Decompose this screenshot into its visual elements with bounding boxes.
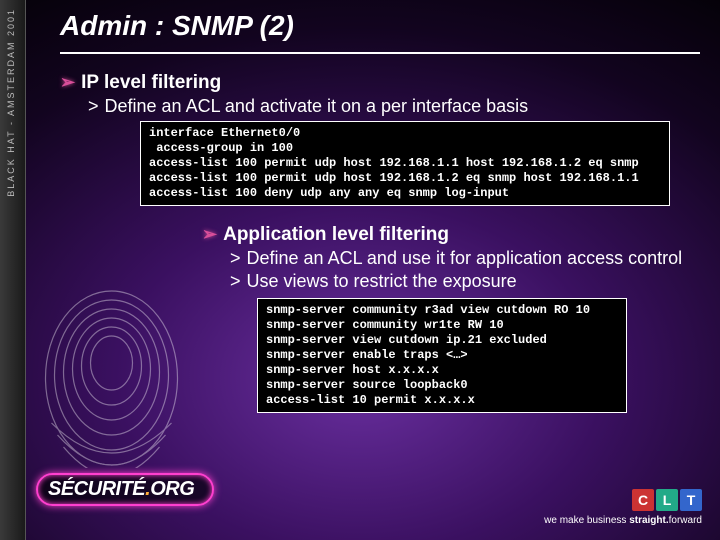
- subbullet-acl-interface: > Define an ACL and activate it on a per…: [88, 96, 700, 117]
- bullet-text: IP level filtering: [81, 72, 221, 93]
- tagline-post: forward: [669, 515, 702, 526]
- fingerprint-graphic: [34, 273, 189, 468]
- code-block-snmp: snmp-server community r3ad view cutdown …: [257, 298, 627, 413]
- bullet-app-filtering: ➢ Application level filtering: [202, 224, 700, 246]
- securite-org-logo: SÉCURITÉ.ORG: [36, 473, 214, 506]
- code-block-acl: interface Ethernet0/0 access-group in 10…: [140, 121, 670, 206]
- footer-tagline: we make business straight.forward: [544, 515, 702, 526]
- subbullet-acl-application: > Define an ACL and use it for applicati…: [230, 248, 700, 269]
- logo-mid: ÉCURITÉ: [61, 478, 145, 500]
- logo-s: S: [48, 478, 61, 500]
- logo-org: ORG: [150, 478, 194, 500]
- subbullet-text: Use views to restrict the exposure: [247, 271, 517, 292]
- footer-right: C L T we make business straight.forward: [544, 489, 702, 526]
- bullet-ip-filtering: ➢ IP level filtering: [60, 72, 700, 94]
- left-strip-text: BLACK HAT - AMSTERDAM 2001: [6, 8, 16, 197]
- badge-t: T: [680, 489, 702, 511]
- badge-c: C: [632, 489, 654, 511]
- badge-l: L: [656, 489, 678, 511]
- subbullet-text: Define an ACL and activate it on a per i…: [105, 96, 529, 117]
- clt-badges: C L T: [544, 489, 702, 511]
- arrow-icon: ➢: [60, 72, 75, 92]
- subbullet-text: Define an ACL and use it for application…: [247, 248, 683, 269]
- chevron-icon: >: [230, 271, 241, 292]
- tagline-bold: straight.: [629, 515, 668, 526]
- tagline-pre: we make business: [544, 515, 629, 526]
- subbullet-views: > Use views to restrict the exposure: [230, 271, 700, 292]
- title-underline: [60, 52, 700, 54]
- chevron-icon: >: [230, 248, 241, 269]
- arrow-icon: ➢: [202, 224, 217, 244]
- section-application-filtering: ➢ Application level filtering > Define an…: [202, 224, 700, 413]
- bullet-text: Application level filtering: [223, 224, 449, 245]
- slide-title: Admin : SNMP (2): [60, 10, 294, 42]
- chevron-icon: >: [88, 96, 99, 117]
- left-brand-strip: BLACK HAT - AMSTERDAM 2001: [0, 0, 26, 540]
